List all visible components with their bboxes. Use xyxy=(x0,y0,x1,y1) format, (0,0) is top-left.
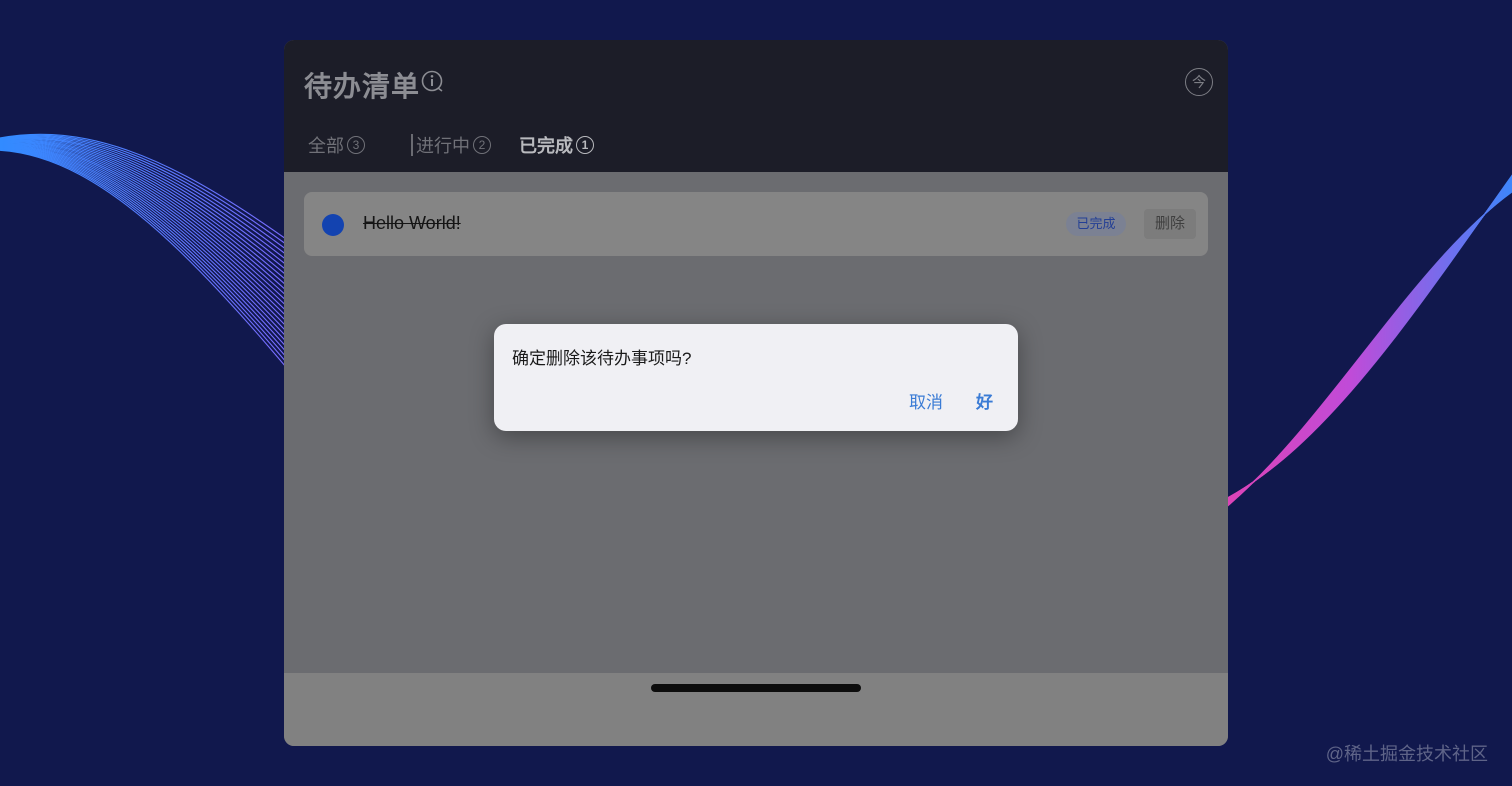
status-badge: 已完成 xyxy=(1066,212,1126,236)
watermark: @稀土掘金技术社区 xyxy=(1325,744,1488,764)
todo-checkbox[interactable] xyxy=(322,214,344,236)
todo-item: Hello World! 已完成 删除 xyxy=(304,192,1208,256)
tab-all-count: 3 xyxy=(347,136,365,154)
cancel-button[interactable]: 取消 xyxy=(909,388,943,413)
tab-in-progress[interactable]: 进行中 2 xyxy=(416,132,491,158)
dialog-message: 确定删除该待办事项吗? xyxy=(512,349,692,368)
app-header: 待办清单 今 全部 3 进行中 2 已完成 1 xyxy=(284,40,1228,172)
home-indicator xyxy=(651,684,861,692)
tab-all-label: 全部 xyxy=(308,136,344,156)
delete-button[interactable]: 删除 xyxy=(1144,209,1196,239)
tab-all[interactable]: 全部 3 xyxy=(308,132,365,158)
tab-completed[interactable]: 已完成 1 xyxy=(519,132,594,158)
todo-text: Hello World! xyxy=(363,213,461,233)
tab-in-progress-count: 2 xyxy=(473,136,491,154)
tab-in-progress-label: 进行中 xyxy=(416,136,470,156)
tab-completed-label: 已完成 xyxy=(519,136,573,156)
confirm-dialog: 确定删除该待办事项吗? 取消 好 xyxy=(494,324,1018,431)
page-title: 待办清单 xyxy=(304,71,421,102)
info-icon[interactable] xyxy=(421,70,443,92)
bottom-bar xyxy=(284,673,1228,746)
ok-button[interactable]: 好 xyxy=(976,388,993,413)
today-icon[interactable]: 今 xyxy=(1185,68,1213,96)
tab-divider xyxy=(411,134,413,156)
tab-completed-count: 1 xyxy=(576,136,594,154)
